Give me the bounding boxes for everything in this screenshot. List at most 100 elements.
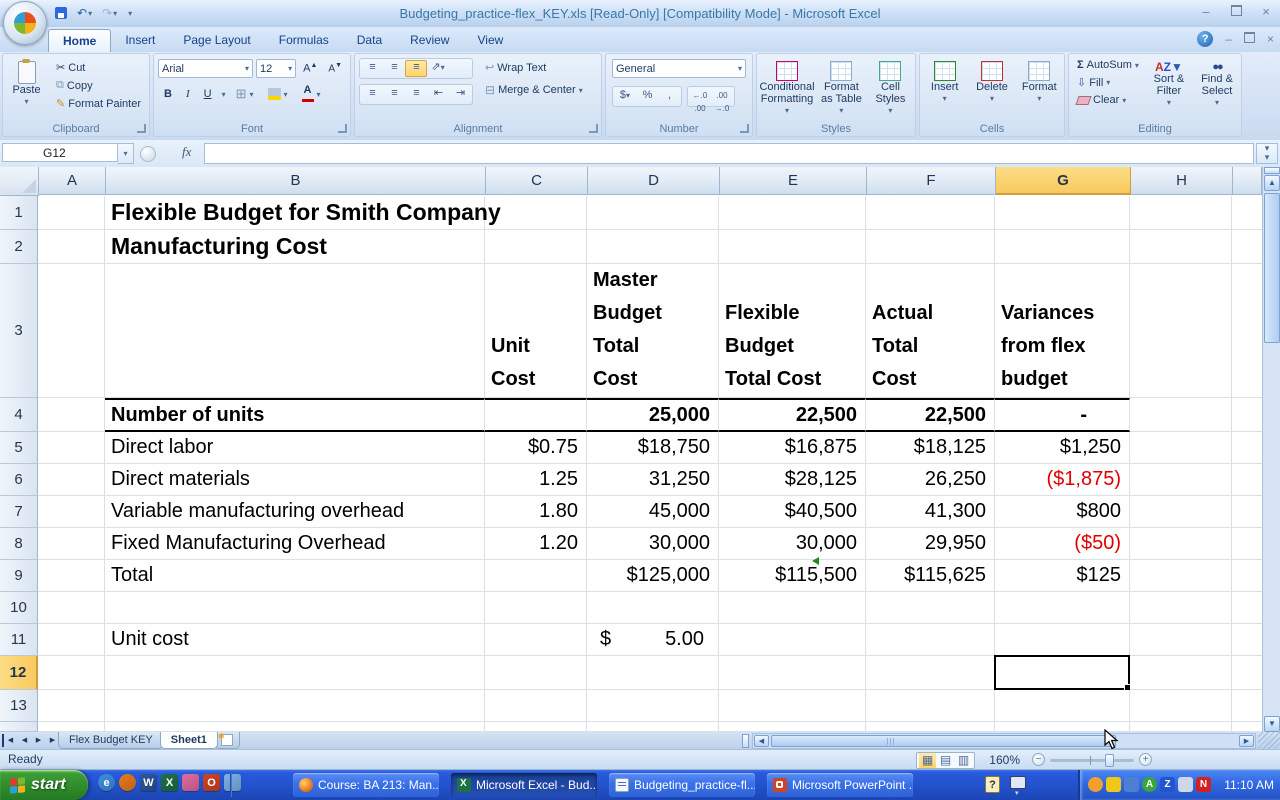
cut-button[interactable]: ✂Cut [52, 60, 145, 75]
scroll-left-button[interactable]: ◀ [754, 735, 769, 747]
cell-E6[interactable]: $28,125 [719, 464, 866, 496]
cell-A2[interactable] [38, 230, 105, 264]
tab-home[interactable]: Home [48, 29, 111, 52]
row-header-2[interactable]: 2 [0, 230, 38, 264]
cell-A4[interactable] [38, 398, 105, 432]
italic-button[interactable]: I [182, 87, 194, 101]
font-size-combo[interactable]: 12▾ [256, 59, 296, 78]
cell-A9[interactable] [38, 560, 105, 592]
cell-C6[interactable]: 1.25 [485, 464, 587, 496]
vertical-scrollbar[interactable]: ▲ ▼ [1262, 167, 1280, 732]
merge-center-button[interactable]: ⊟Merge & Center▾ [481, 82, 587, 98]
customize-qat-button[interactable]: ▾ [124, 4, 135, 22]
cell-G10[interactable] [995, 592, 1130, 624]
row-header-12[interactable]: 12 [0, 656, 38, 690]
scroll-up-button[interactable]: ▲ [1264, 175, 1280, 191]
format-painter-button[interactable]: ✎Format Painter [52, 96, 145, 111]
vertical-scroll-thumb[interactable] [1264, 193, 1280, 343]
workbook-close-button[interactable]: × [1267, 32, 1274, 46]
workbook-restore-button[interactable] [1244, 32, 1255, 46]
row-header-13[interactable]: 13 [0, 690, 38, 722]
help-button[interactable]: ? [1197, 31, 1213, 47]
cell-H4[interactable] [1130, 398, 1232, 432]
restore-button[interactable] [1228, 4, 1244, 19]
cell-E13[interactable] [719, 690, 866, 722]
cell-A11[interactable] [38, 624, 105, 656]
cell-E5[interactable]: $16,875 [719, 432, 866, 464]
cell-G8[interactable]: ($50) [995, 528, 1130, 560]
scroll-right-button[interactable]: ▶ [1239, 735, 1254, 747]
zoom-out-button[interactable]: − [1032, 753, 1045, 766]
cell-F8[interactable]: 29,950 [866, 528, 995, 560]
cell-B8[interactable]: Fixed Manufacturing Overhead [105, 528, 485, 560]
cell-C13[interactable] [485, 690, 587, 722]
tab-formulas[interactable]: Formulas [265, 29, 343, 52]
zonealarm-tray-icon[interactable]: Z [1160, 777, 1175, 792]
cell-F1[interactable] [866, 196, 995, 230]
middle-align-button[interactable]: ≡ [383, 60, 405, 77]
cell-F12[interactable] [866, 656, 995, 690]
workbook-minimize-button[interactable]: – [1225, 32, 1232, 46]
firefox-icon[interactable] [119, 774, 136, 791]
cell-D11[interactable]: $5.00 [587, 624, 719, 656]
align-center-button[interactable]: ≡ [383, 86, 405, 103]
bold-button[interactable]: B [160, 87, 176, 101]
redo-button[interactable]: ↷▾ [99, 4, 120, 22]
orientation-button[interactable]: ⇗▾ [427, 60, 449, 77]
previous-sheet-button[interactable]: ◀ [18, 734, 31, 747]
page-break-view-button[interactable]: ▥ [955, 753, 972, 768]
cell-G9[interactable]: $125 [995, 560, 1130, 592]
tab-view[interactable]: View [463, 29, 517, 52]
column-header-C[interactable]: C [486, 167, 588, 195]
cell-D6[interactable]: 31,250 [587, 464, 719, 496]
undo-button[interactable]: ↶▾ [74, 4, 95, 22]
cell-A13[interactable] [38, 690, 105, 722]
row-header-4[interactable]: 4 [0, 398, 38, 432]
cell-B3[interactable] [105, 264, 485, 398]
task-button-powerpoint[interactable]: Microsoft PowerPoint ... [767, 773, 913, 797]
cell-C[interactable] [485, 722, 587, 732]
zoom-in-button[interactable]: + [1139, 753, 1152, 766]
cell-H3[interactable] [1130, 264, 1232, 398]
close-button[interactable]: × [1258, 4, 1274, 19]
cell-H8[interactable] [1130, 528, 1232, 560]
cell-H11[interactable] [1130, 624, 1232, 656]
shrink-font-button[interactable]: A▼ [324, 61, 346, 75]
cell-H13[interactable] [1130, 690, 1232, 722]
zoom-slider-thumb[interactable] [1105, 754, 1114, 767]
cell-F3[interactable]: Actual Total Cost [866, 264, 995, 398]
cell-C8[interactable]: 1.20 [485, 528, 587, 560]
row-header-8[interactable]: 8 [0, 528, 38, 560]
smart-tag-icon[interactable] [812, 557, 819, 565]
font-dialog-launcher[interactable] [338, 124, 347, 133]
cell-styles-button[interactable]: Cell Styles ▾ [868, 58, 913, 120]
cell-G6[interactable]: ($1,875) [995, 464, 1130, 496]
cell-A6[interactable] [38, 464, 105, 496]
cell-C10[interactable] [485, 592, 587, 624]
cell-H9[interactable] [1130, 560, 1232, 592]
cell-B2[interactable]: Manufacturing Cost [105, 230, 485, 264]
bottom-align-button[interactable]: ≡ [405, 60, 427, 77]
column-header-E[interactable]: E [720, 167, 867, 195]
tab-insert[interactable]: Insert [111, 29, 169, 52]
row-header-3[interactable]: 3 [0, 264, 38, 398]
cell-G3[interactable]: Variances from flex budget [995, 264, 1130, 398]
select-all-corner[interactable] [0, 167, 39, 196]
cell-B11[interactable]: Unit cost [105, 624, 485, 656]
cell-B1[interactable]: Flexible Budget for Smith Company [105, 196, 485, 230]
keys-icon[interactable] [182, 774, 199, 791]
cell-G4[interactable]: - [995, 398, 1130, 432]
cell-E4[interactable]: 22,500 [719, 398, 866, 432]
cell-E9[interactable]: $115,500 [719, 560, 866, 592]
cell-C9[interactable] [485, 560, 587, 592]
help-tray-icon[interactable]: ? [985, 776, 1000, 793]
cell-C3[interactable]: Unit Cost [485, 264, 587, 398]
increase-decimal-button[interactable]: ←.0.00 [689, 88, 711, 105]
cell-G7[interactable]: $800 [995, 496, 1130, 528]
cell-H1[interactable] [1130, 196, 1232, 230]
cell-E[interactable] [719, 722, 866, 732]
tab-data[interactable]: Data [343, 29, 396, 52]
cell-F13[interactable] [866, 690, 995, 722]
first-sheet-button[interactable]: ◀ [2, 734, 17, 747]
vertical-split-handle[interactable] [1264, 167, 1280, 174]
